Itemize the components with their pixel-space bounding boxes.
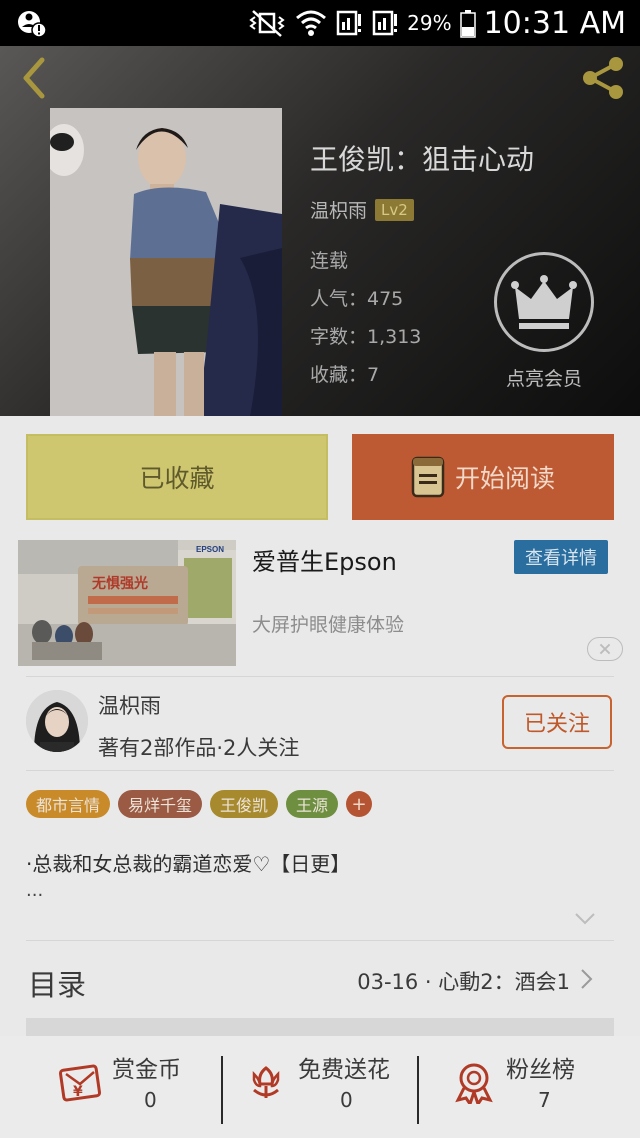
tag[interactable]: 王俊凯	[210, 790, 279, 818]
fan-ranking-button[interactable]: 粉丝榜 7	[452, 1050, 592, 1126]
vip-label[interactable]: 点亮会员	[494, 364, 594, 391]
separator	[221, 1056, 223, 1124]
red-envelope-icon: ¥	[58, 1064, 102, 1102]
send-flowers-count: 0	[340, 1088, 353, 1112]
book-cover-image[interactable]	[50, 108, 282, 416]
tag-list: 都市言情 易烊千玺 王俊凯 王源 +	[26, 790, 373, 818]
tag[interactable]: 易烊千玺	[118, 790, 203, 818]
ad-headline: 无惧强光	[91, 575, 148, 592]
notification-alert-icon	[18, 11, 46, 38]
battery-icon	[459, 10, 476, 38]
crown-icon	[511, 275, 577, 329]
latest-chapter[interactable]: 03-16 · 心動2：酒会1	[357, 966, 570, 996]
flower-icon	[252, 1066, 280, 1098]
description-ellipsis: ...	[26, 880, 44, 901]
author-card-name[interactable]: 温枳雨	[98, 690, 161, 720]
start-reading-label: 开始阅读	[454, 464, 555, 493]
back-arrow-icon[interactable]	[14, 56, 54, 100]
author-row[interactable]: 温枳雨 Lv2	[310, 196, 414, 223]
book-description: ·总裁和女总裁的霸道恋爱♡【日更】	[26, 852, 351, 876]
clock: 10:31 AM	[483, 5, 626, 41]
send-flowers-button[interactable]: 免费送花 0	[244, 1050, 404, 1126]
fan-ranking-label: 粉丝榜	[506, 1057, 575, 1083]
sim1-signal-icon	[336, 10, 362, 36]
start-reading-button[interactable]: 开始阅读	[352, 434, 614, 520]
share-icon[interactable]	[580, 54, 628, 102]
divider	[26, 770, 614, 771]
level-badge: Lv2	[375, 198, 414, 221]
vibrate-mute-icon	[249, 10, 285, 37]
book-icon	[411, 456, 445, 498]
battery-percent: 29%	[407, 11, 452, 35]
word-count: 字数：1,313	[310, 326, 422, 348]
svg-text:¥: ¥	[73, 1084, 83, 1100]
medal-icon	[455, 1063, 493, 1104]
author-name[interactable]: 温枳雨	[310, 196, 367, 223]
ad-brand-mark: EPSON	[196, 545, 224, 554]
reward-coins-label: 赏金币	[112, 1057, 181, 1083]
author-avatar[interactable]	[26, 690, 88, 752]
book-title: 王俊凯：狙击心动	[310, 143, 535, 176]
toc-label[interactable]: 目录	[28, 962, 86, 1004]
chevron-down-icon[interactable]	[574, 912, 596, 926]
serial-status: 连载	[310, 250, 349, 272]
divider	[26, 940, 614, 941]
divider	[26, 676, 614, 677]
separator	[417, 1056, 419, 1124]
wifi-icon	[296, 10, 327, 36]
collected-button[interactable]: 已收藏	[26, 434, 328, 520]
sim2-signal-icon	[372, 10, 398, 36]
reward-coins-count: 0	[144, 1088, 157, 1112]
ad-detail-button[interactable]: 查看详情	[514, 540, 608, 574]
reward-coins-button[interactable]: ¥ 赏金币 0	[58, 1050, 208, 1126]
fan-ranking-count: 7	[538, 1088, 551, 1112]
ad-image[interactable]: EPSON 无惧强光	[18, 540, 236, 666]
section-divider	[26, 1018, 614, 1036]
add-tag-button[interactable]: +	[346, 791, 373, 817]
author-card-stats: 著有2部作品·2人关注	[98, 736, 300, 760]
bottom-action-bar: ¥ 赏金币 0 免费送花 0 粉丝榜 7	[0, 1036, 640, 1138]
tag[interactable]: 王源	[286, 790, 339, 818]
follow-button[interactable]: 已关注	[502, 695, 612, 749]
favorites-count: 收藏：7	[310, 364, 380, 386]
ad-title[interactable]: 爱普生Epson	[252, 542, 397, 577]
ad-description: 大屏护眼健康体验	[252, 614, 405, 636]
book-header: 王俊凯：狙击心动 温枳雨 Lv2 连载 人气：475 字数：1,313 收藏：7…	[0, 46, 640, 416]
vip-button[interactable]	[494, 252, 594, 352]
popularity: 人气：475	[310, 288, 404, 310]
status-bar: 29% 10:31 AM	[0, 0, 640, 46]
tag[interactable]: 都市言情	[26, 790, 111, 818]
send-flowers-label: 免费送花	[298, 1057, 390, 1083]
ad-close-icon[interactable]	[587, 637, 623, 661]
chevron-right-icon[interactable]	[580, 968, 594, 990]
